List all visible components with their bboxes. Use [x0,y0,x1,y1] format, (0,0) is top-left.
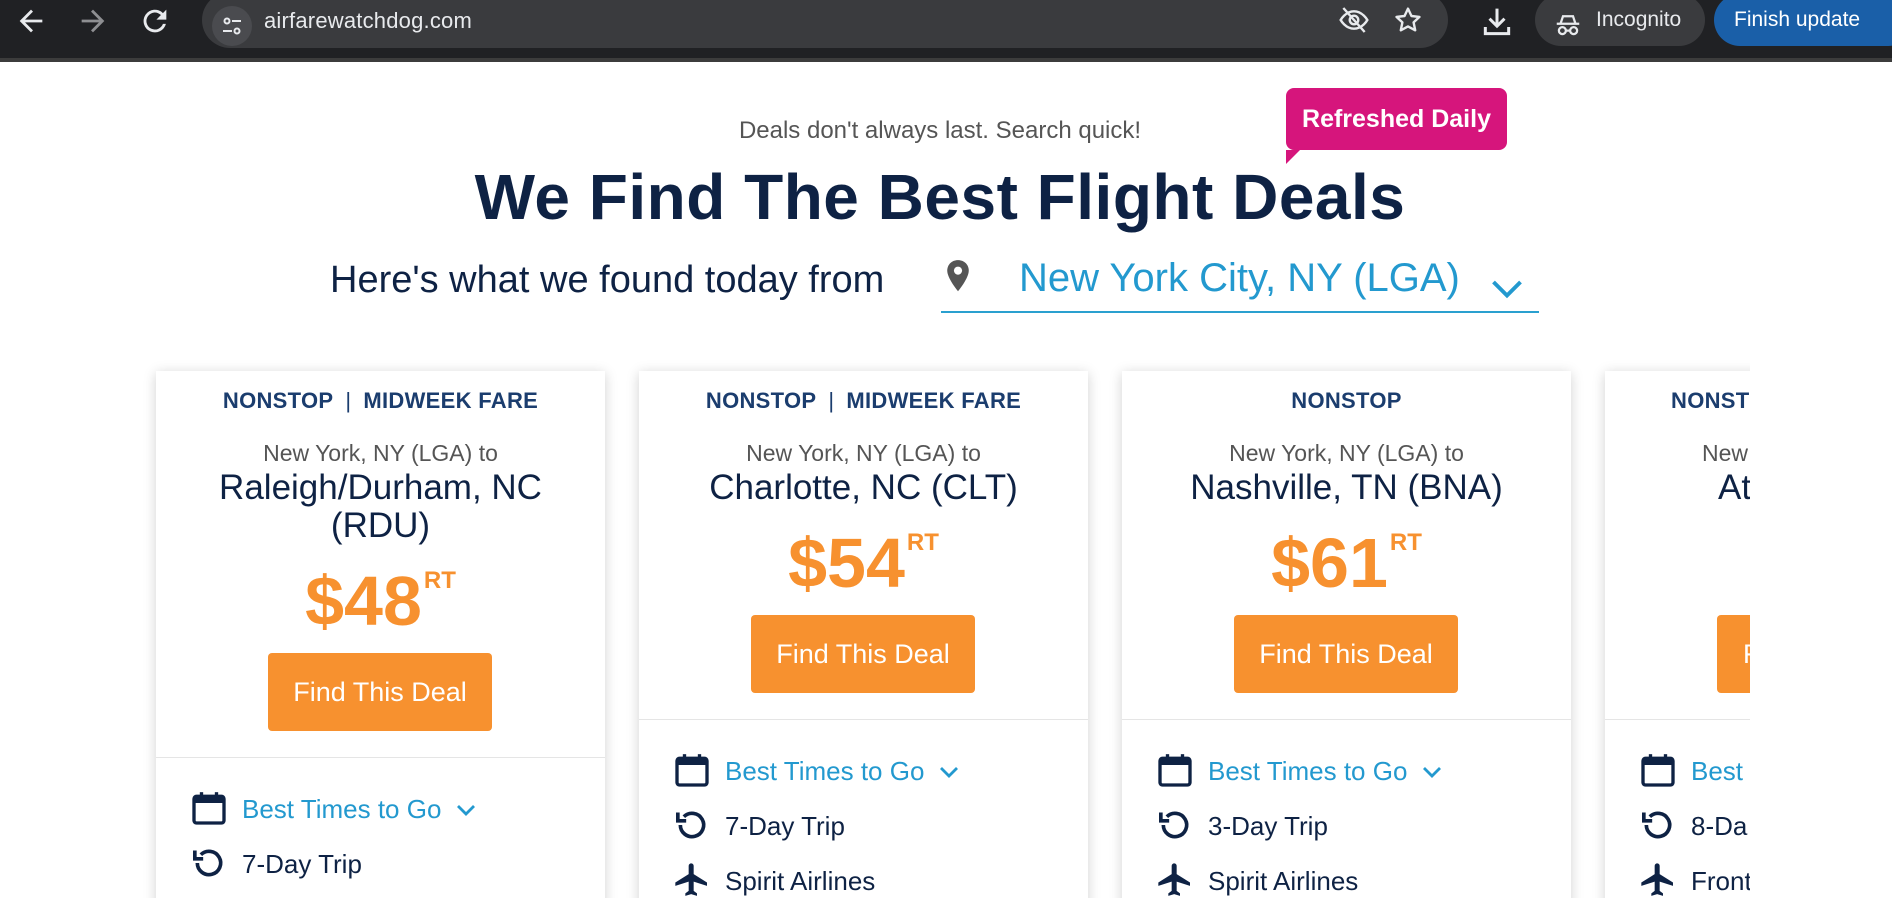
price-suffix: RT [423,567,456,594]
route-destination: Charlotte, NC (CLT) [709,468,1018,507]
deal-card-nashville: NONSTOP New York, NY (LGA) to Nashville,… [1122,371,1571,898]
history-icon [193,849,223,877]
deal-card-charlotte: NONSTOP | MIDWEEK FARE New York, NY (LGA) … [639,371,1088,898]
price: $61RT [1122,523,1571,603]
card-tags: NONSTOP [1122,388,1571,414]
price: $54RT [639,523,1088,603]
find-deal-button[interactable]: F [1717,615,1750,693]
midweek-tag: MIDWEEK FARE [846,388,1022,413]
nonstop-tag: NONSTOP [705,388,817,413]
best-times-label: Best Times to Go [1208,756,1408,786]
chevron-down-icon [940,767,958,778]
card-divider [156,757,605,758]
airline-label: Spirit Airlines [1208,866,1359,896]
tag-separator: | [345,388,352,413]
trip-length-label: 3-Day Trip [1208,811,1328,841]
trip-length-label: 8-Da [1691,811,1748,841]
deal-card-atlanta: NONST New Atla F Best 8-Da Fro [1605,371,1750,898]
history-icon [1159,811,1189,839]
airplane-icon [675,863,707,896]
calendar-icon [1158,754,1192,787]
card-divider [1605,719,1750,720]
deal-cards-carousel: NONSTOP | MIDWEEK FARE New York, NY (LGA) … [0,0,1750,898]
nonstop-tag: NONSTOP [222,388,334,413]
airline-label: Spirit Airlines [725,866,876,896]
price-value: $54 [788,524,905,602]
best-times-label: Best Times to Go [725,756,925,786]
route-origin: New York, NY (LGA) to [746,440,981,466]
tag-separator: | [828,388,835,413]
history-icon [676,811,706,839]
deal-card-raleigh: NONSTOP | MIDWEEK FARE New York, NY (LGA) … [156,371,605,898]
find-deal-button[interactable]: Find This Deal [751,615,975,693]
card-tags: NONST [1671,388,1750,414]
find-deal-button[interactable]: Find This Deal [268,653,492,731]
price-value: $48 [305,562,422,640]
airplane-icon [1158,863,1190,896]
route-origin: New York, NY (LGA) to [1229,440,1464,466]
nonstop-tag: NONST [1671,388,1750,413]
card-tags: NONSTOP | MIDWEEK FARE [156,388,605,414]
find-deal-button[interactable]: Find This Deal [1234,615,1458,693]
route-destination: Nashville, TN (BNA) [1190,468,1503,507]
card-tags: NONSTOP | MIDWEEK FARE [639,388,1088,414]
card-divider [1122,719,1571,720]
airplane-icon [1641,863,1673,896]
calendar-icon [1641,754,1675,787]
price-value: $61 [1271,524,1388,602]
best-times-label: Best [1691,756,1744,786]
price: $48RT [156,561,605,641]
chevron-down-icon [457,805,475,816]
calendar-icon [675,754,709,787]
best-times-label: Best Times to Go [242,794,442,824]
nonstop-tag: NONSTOP [1291,388,1402,413]
chevron-down-icon [1423,767,1441,778]
history-icon [1642,811,1672,839]
price-suffix: RT [906,529,939,556]
calendar-icon [192,792,226,825]
route-origin: New York, NY (LGA) to [263,440,498,466]
route-origin: New [1702,440,1749,466]
finish-update-label: Finish update [1734,8,1861,31]
price-suffix: RT [1389,529,1422,556]
route-destination: Raleigh/Durham, NC (RDU) [219,468,542,545]
midweek-tag: MIDWEEK FARE [363,388,539,413]
trip-length-label: 7-Day Trip [242,849,362,879]
airline-label: Front [1691,866,1750,896]
route-destination: Atla [1718,468,1750,507]
trip-length-label: 7-Day Trip [725,811,845,841]
card-divider [639,719,1088,720]
